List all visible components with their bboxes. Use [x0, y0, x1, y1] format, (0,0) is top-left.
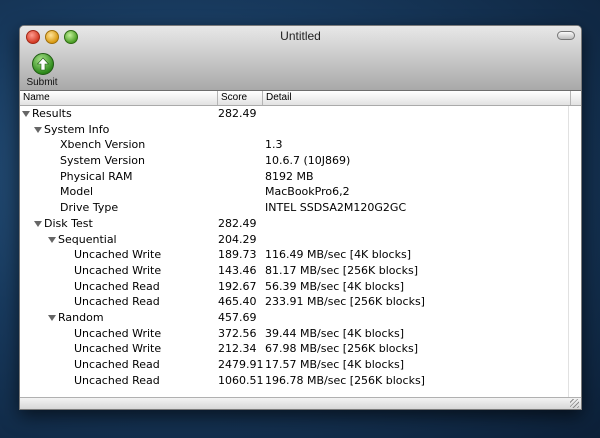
disclosure-triangle-icon[interactable] — [34, 220, 42, 227]
row-name: Random — [58, 310, 104, 324]
column-header-detail[interactable]: Detail — [266, 92, 292, 103]
row-detail: 81.17 MB/sec [256K blocks] — [265, 263, 418, 277]
row-score: 2479.91 — [218, 358, 264, 371]
row-name: Results — [32, 107, 72, 120]
row-name: Uncached Write — [74, 342, 162, 356]
row-score: 372.56 — [218, 326, 257, 340]
window-title: Untitled — [280, 29, 321, 43]
column-header-name[interactable]: Name — [23, 92, 50, 103]
xbench-window: Untitled Submit Name Score Detail Result… — [19, 25, 582, 410]
row-detail: 196.78 MB/sec [256K blocks] — [265, 373, 425, 387]
row-detail: 39.44 MB/sec [4K blocks] — [265, 326, 404, 340]
outline-column-header: Name Score Detail — [20, 91, 581, 106]
row-name: Sequential — [58, 232, 117, 246]
row-name: Uncached Read — [74, 373, 160, 387]
outline-row[interactable]: Uncached Read 1060.51 196.78 MB/sec [256K … — [20, 373, 581, 389]
column-header-score[interactable]: Score — [221, 92, 247, 103]
row-detail: 56.39 MB/sec [4K blocks] — [265, 279, 404, 293]
outline-row[interactable]: Drive Type INTEL SSDSA2M120G2GC — [20, 200, 581, 216]
column-divider[interactable] — [217, 91, 218, 105]
outline-row[interactable]: System Version 10.6.7 (10J869) — [20, 153, 581, 169]
disclosure-triangle-icon[interactable] — [22, 111, 30, 117]
row-name: Physical RAM — [60, 169, 133, 183]
row-detail: 233.91 MB/sec [256K blocks] — [265, 295, 425, 309]
outline-row[interactable]: Uncached Read 465.40 233.91 MB/sec [256K b… — [20, 294, 581, 310]
outline-row[interactable]: Results 282.49 — [20, 106, 581, 122]
row-detail: 67.98 MB/sec [256K blocks] — [265, 342, 418, 356]
row-name: Uncached Write — [74, 326, 162, 340]
row-score: 189.73 — [218, 248, 257, 262]
row-name: System Version — [60, 154, 145, 168]
horizontal-scrollbar[interactable] — [20, 397, 581, 409]
toolbar-toggle-button[interactable] — [557, 31, 575, 40]
row-name: Drive Type — [60, 201, 119, 215]
resize-grip-icon[interactable] — [570, 399, 579, 408]
row-name: Uncached Read — [74, 358, 160, 371]
row-detail: 10.6.7 (10J869) — [265, 154, 351, 168]
disclosure-triangle-icon[interactable] — [48, 236, 56, 243]
outline-row[interactable]: Uncached Read 2479.91 17.57 MB/sec [4K blo… — [20, 357, 581, 373]
outline-row[interactable]: Uncached Write 189.73 116.49 MB/sec [4K bl… — [20, 247, 581, 263]
row-name: Disk Test — [44, 216, 93, 230]
outline-row[interactable]: Random 457.69 — [20, 310, 581, 326]
row-score: 457.69 — [218, 310, 257, 324]
vertical-scrollbar[interactable] — [568, 106, 581, 400]
column-divider[interactable] — [262, 91, 263, 105]
row-score: 465.40 — [218, 295, 257, 309]
column-divider[interactable] — [570, 91, 571, 105]
submit-button[interactable]: Submit — [24, 53, 60, 89]
row-score: 282.49 — [218, 216, 257, 230]
row-score: 282.49 — [218, 107, 257, 120]
outline-row[interactable]: Xbench Version 1.3 — [20, 137, 581, 153]
row-detail: MacBookPro6,2 — [265, 185, 350, 199]
row-score: 1060.51 — [218, 373, 264, 387]
outline-row[interactable]: System Info — [20, 122, 581, 138]
outline-row[interactable]: Sequential 204.29 — [20, 232, 581, 248]
disclosure-triangle-icon[interactable] — [34, 126, 42, 133]
outline-row[interactable]: Physical RAM 8192 MB — [20, 169, 581, 185]
outline-row[interactable]: Uncached Write 143.46 81.17 MB/sec [256K b… — [20, 263, 581, 279]
outline-row[interactable]: Model MacBookPro6,2 — [20, 184, 581, 200]
row-detail: 17.57 MB/sec [4K blocks] — [265, 358, 404, 371]
row-name: Uncached Write — [74, 263, 162, 277]
row-score: 204.29 — [218, 232, 257, 246]
row-name: Uncached Read — [74, 295, 160, 309]
disclosure-triangle-icon[interactable] — [48, 314, 56, 321]
row-name: Model — [60, 185, 94, 199]
row-score: 192.67 — [218, 279, 257, 293]
row-score: 212.34 — [218, 342, 257, 356]
row-name: Xbench Version — [60, 138, 146, 152]
outline-row[interactable]: Uncached Write 212.34 67.98 MB/sec [256K b… — [20, 341, 581, 357]
row-name: Uncached Write — [74, 248, 162, 262]
submit-label: Submit — [26, 77, 58, 88]
row-detail: 8192 MB — [265, 169, 314, 183]
row-detail: INTEL SSDSA2M120G2GC — [265, 201, 407, 215]
row-detail: 116.49 MB/sec [4K blocks] — [265, 248, 411, 262]
row-name: System Info — [44, 122, 110, 136]
outline-row[interactable]: Uncached Read 192.67 56.39 MB/sec [4K bloc… — [20, 279, 581, 295]
results-outline: Results 282.49 System Info Xbench Version 1.… — [20, 106, 581, 388]
outline-row[interactable]: Uncached Write 372.56 39.44 MB/sec [4K blo… — [20, 326, 581, 342]
upload-arrow-icon — [32, 53, 54, 75]
row-detail: 1.3 — [265, 138, 283, 152]
window-toolbar: Untitled Submit — [20, 26, 581, 91]
row-score: 143.46 — [218, 263, 257, 277]
row-name: Uncached Read — [74, 279, 160, 293]
outline-row[interactable]: Disk Test 282.49 — [20, 216, 581, 232]
